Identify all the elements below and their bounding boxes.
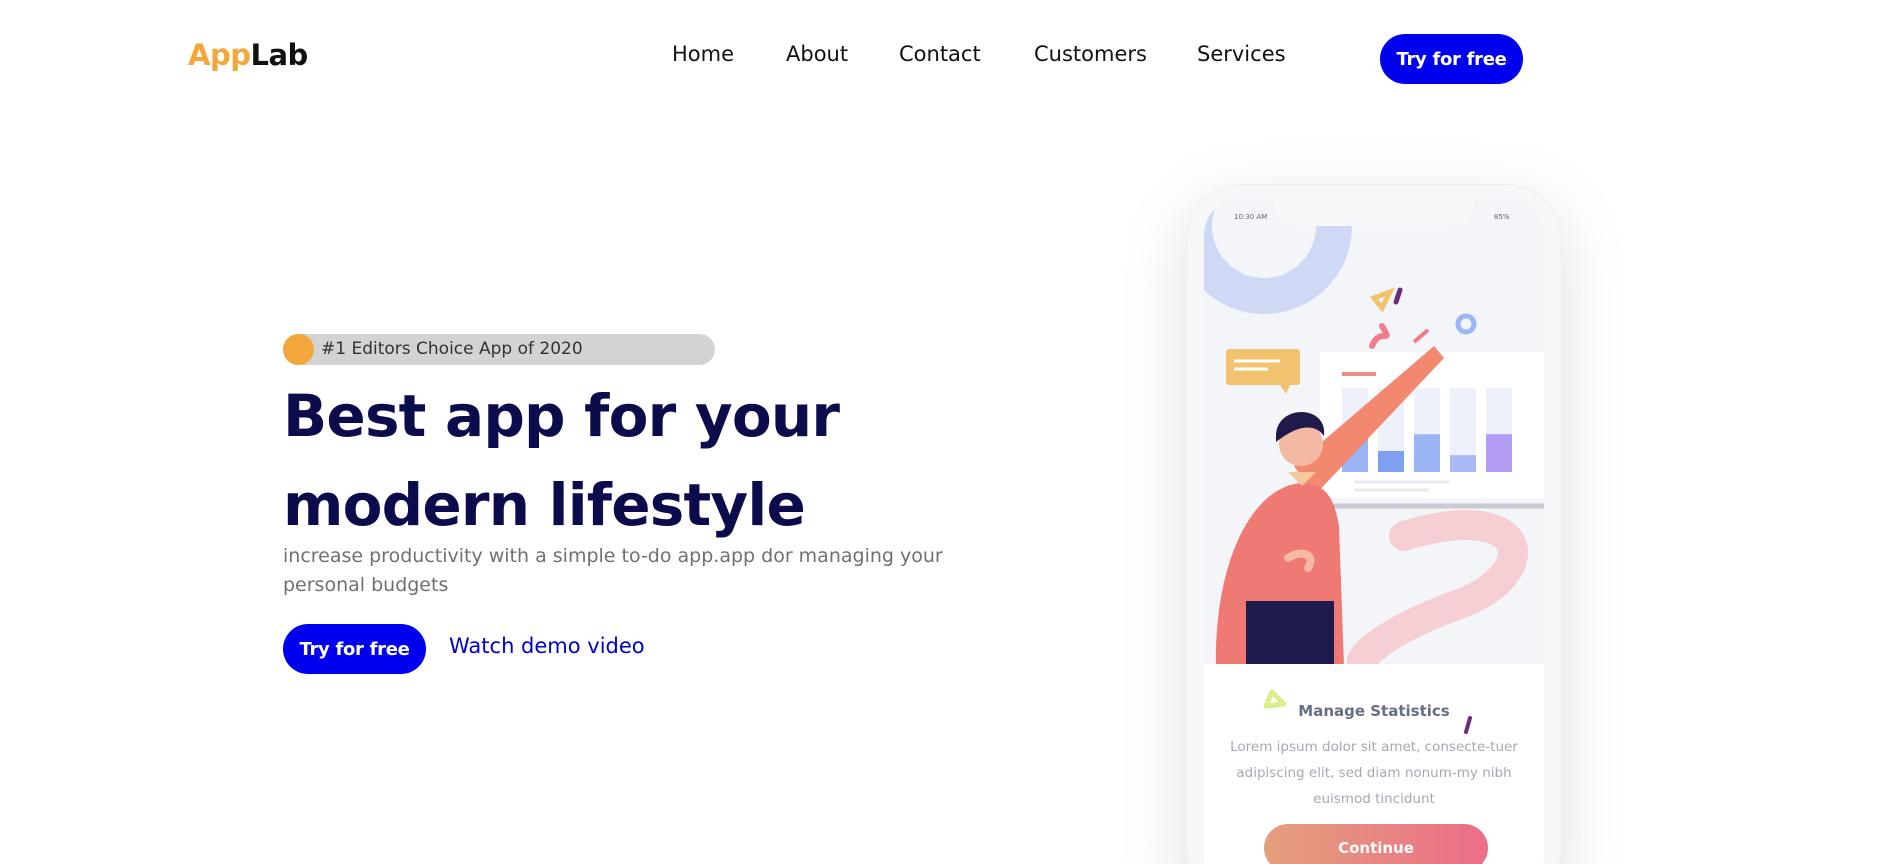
chart-bar xyxy=(1486,434,1512,472)
nav-home[interactable]: Home xyxy=(672,42,734,66)
statistics-card: Manage Statistics Lorem ipsum dolor sit … xyxy=(1204,664,1544,864)
logo-lab-text: Lab xyxy=(250,38,308,72)
hero-title-line1: Best app for your xyxy=(283,382,840,450)
phone-screen: 10:30 AM 85% Manage Statistics Lorem ips… xyxy=(1204,196,1544,864)
nav-services[interactable]: Services xyxy=(1197,42,1286,66)
hero-title-line2: modern lifestyle xyxy=(283,471,806,539)
statistics-illustration xyxy=(1204,196,1544,664)
status-battery: 85% xyxy=(1494,213,1510,221)
card-text: Lorem ipsum dolor sit amet, consecte-tue… xyxy=(1230,739,1518,807)
continue-button[interactable]: Continue xyxy=(1264,824,1488,864)
phone-notch xyxy=(1274,196,1474,226)
chart-bar xyxy=(1414,434,1440,472)
nav-contact[interactable]: Contact xyxy=(899,42,981,66)
status-time: 10:30 AM xyxy=(1234,213,1268,221)
hero-title: Best app for your modern lifestyle xyxy=(283,372,983,550)
logo-app-text: App xyxy=(188,38,251,72)
chart-bar xyxy=(1450,455,1476,472)
hero-try-free-button[interactable]: Try for free xyxy=(283,624,426,674)
nav-about[interactable]: About xyxy=(786,42,848,66)
applab-logo[interactable]: AppLab xyxy=(188,38,308,72)
phone-mockup: 10:30 AM 85% Manage Statistics Lorem ips… xyxy=(1186,184,1562,864)
nav-customers[interactable]: Customers xyxy=(1034,42,1147,66)
card-title: Manage Statistics xyxy=(1298,702,1450,720)
chart-bar xyxy=(1378,451,1404,472)
watch-demo-link[interactable]: Watch demo video xyxy=(449,634,645,658)
editors-choice-badge: #1 Editors Choice App of 2020 xyxy=(283,334,715,365)
badge-text: #1 Editors Choice App of 2020 xyxy=(321,339,583,359)
badge-dot-icon xyxy=(283,334,314,365)
hero-subtitle: increase productivity with a simple to-d… xyxy=(283,545,943,596)
header-try-free-button[interactable]: Try for free xyxy=(1380,34,1523,84)
